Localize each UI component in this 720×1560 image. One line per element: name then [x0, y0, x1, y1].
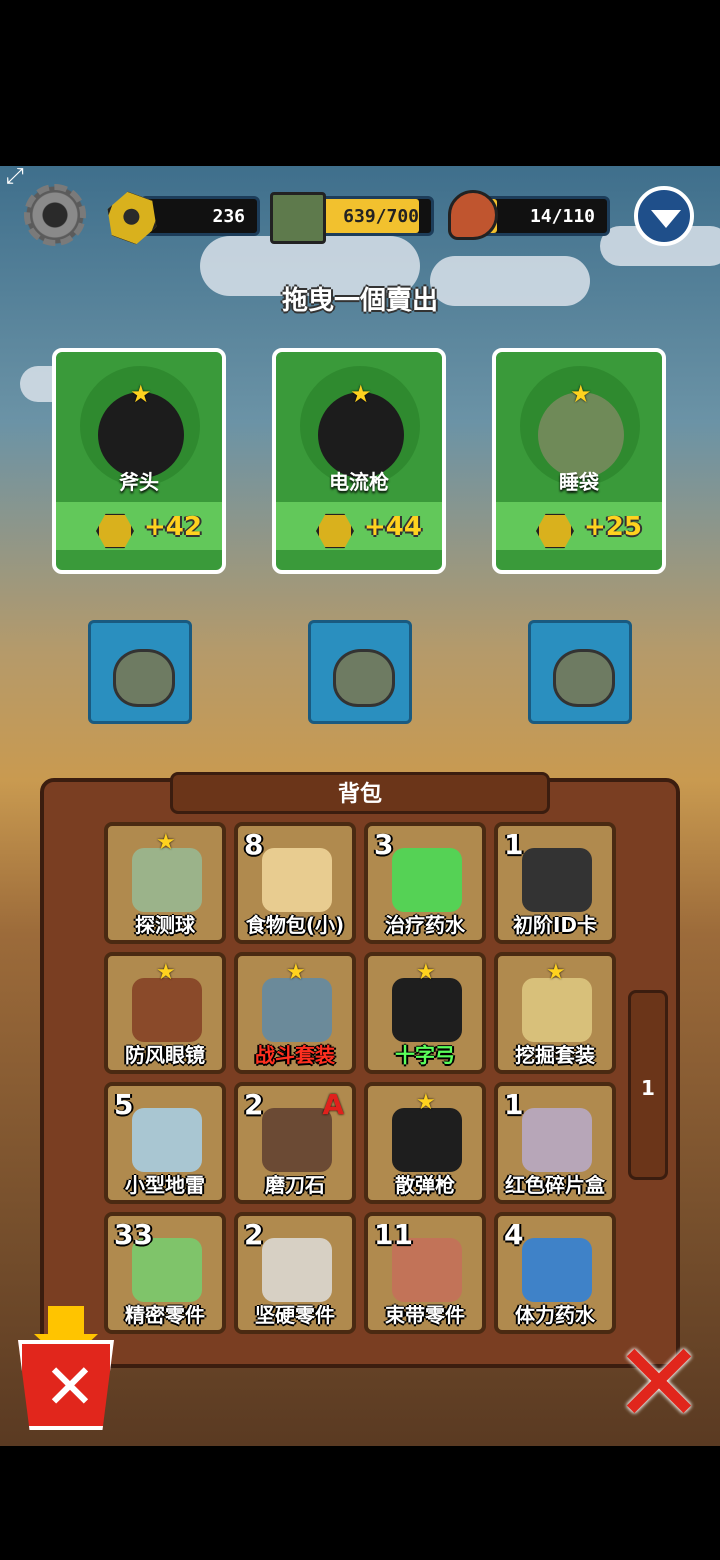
item-icon	[262, 1238, 332, 1302]
item-label: 十字弓	[395, 1043, 455, 1067]
item-icon	[132, 848, 202, 912]
star-icon: ★	[570, 380, 592, 408]
sell-card-price: +44	[364, 512, 422, 542]
star-icon: ★	[416, 1090, 436, 1115]
trash-drop-zone[interactable]: ✕	[14, 1306, 118, 1430]
item-label: 红色碎片盒	[505, 1173, 605, 1197]
backpack-item-slot[interactable]: 2 坚硬零件	[234, 1212, 356, 1334]
item-label: 挖掘套装	[515, 1043, 595, 1067]
loot-bag-slot[interactable]	[88, 620, 192, 724]
settings-gear-icon[interactable]	[24, 184, 86, 246]
backpack-item-slot[interactable]: 8 食物包(小)	[234, 822, 356, 944]
backpack-item-slot[interactable]: 1 红色碎片盒	[494, 1082, 616, 1204]
item-label: 食物包(小)	[245, 913, 345, 937]
star-icon: ★	[350, 380, 372, 408]
item-icon	[522, 1108, 592, 1172]
backpack-item-slot[interactable]: 33 精密零件	[104, 1212, 226, 1334]
item-count: 4	[504, 1218, 524, 1251]
item-label: 束带零件	[385, 1303, 465, 1327]
storage-value: 639/700	[343, 206, 419, 227]
close-button[interactable]: ✕	[612, 1328, 706, 1438]
item-icon	[392, 978, 462, 1042]
star-icon: ★	[546, 960, 566, 985]
star-icon: ★	[156, 960, 176, 985]
item-icon	[522, 978, 592, 1042]
item-count: 8	[244, 828, 264, 861]
item-label: 小型地雷	[125, 1173, 205, 1197]
expand-icon[interactable]: ⤢	[6, 164, 36, 194]
sell-card-name: 睡袋	[559, 470, 599, 494]
item-count: 1	[504, 1088, 524, 1121]
drag-to-sell-title: 拖曳一個賣出	[281, 286, 438, 316]
item-icon	[522, 848, 592, 912]
storage-crate-icon	[270, 192, 326, 244]
backpack-item-slot[interactable]: 5 小型地雷	[104, 1082, 226, 1204]
item-icon	[522, 1238, 592, 1302]
item-icon	[392, 1108, 462, 1172]
item-label: 战斗套装	[255, 1043, 335, 1067]
item-count: 3	[374, 828, 394, 861]
loot-bag-slot[interactable]	[308, 620, 412, 724]
sell-card-price: +25	[584, 512, 642, 542]
item-grade-badge: A	[322, 1088, 344, 1121]
backpack-item-slot[interactable]: ★ 防风眼镜	[104, 952, 226, 1074]
backpack-item-slot[interactable]: 4 体力药水	[494, 1212, 616, 1334]
backpack-item-slot[interactable]: 1 初阶ID卡	[494, 822, 616, 944]
item-label: 防风眼镜	[125, 1043, 205, 1067]
item-label: 探测球	[135, 913, 195, 937]
star-icon: ★	[286, 960, 306, 985]
sell-card-shock-gun[interactable]: ★ 电流枪 +44	[272, 348, 446, 574]
item-count: 2	[244, 1218, 264, 1251]
item-label: 精密零件	[125, 1303, 205, 1327]
item-icon	[132, 1108, 202, 1172]
item-label: 体力药水	[515, 1303, 595, 1327]
item-label: 磨刀石	[265, 1173, 325, 1197]
item-count: 1	[504, 828, 524, 861]
item-count: 2	[244, 1088, 264, 1121]
sell-card-axe[interactable]: ★ 斧头 +42	[52, 348, 226, 574]
down-arrow-icon	[48, 1306, 84, 1336]
backpack-item-slot[interactable]: ★ 十字弓	[364, 952, 486, 1074]
sell-card-price: +42	[144, 512, 202, 542]
sell-card-name: 电流枪	[329, 470, 389, 494]
sell-card-sleeping-bag[interactable]: ★ 睡袋 +25	[492, 348, 666, 574]
backpack-item-slot[interactable]: ★ 探测球	[104, 822, 226, 944]
backpack-item-slot[interactable]: ★ 战斗套装	[234, 952, 356, 1074]
item-icon	[262, 978, 332, 1042]
star-icon: ★	[156, 830, 176, 855]
stamina-value: 14/110	[529, 206, 595, 227]
backpack-item-slot[interactable]: ★ 挖掘套装	[494, 952, 616, 1074]
item-label: 治疗药水	[385, 913, 465, 937]
star-icon: ★	[130, 380, 152, 408]
nuts-counter: 236	[140, 196, 260, 236]
backpack-title: 背包	[170, 772, 550, 814]
item-icon	[132, 978, 202, 1042]
backpack-item-slot[interactable]: 2 A 磨刀石	[234, 1082, 356, 1204]
backpack-item-slot[interactable]: 11 束带零件	[364, 1212, 486, 1334]
backpack-page-tab[interactable]: 1	[628, 990, 668, 1180]
item-icon	[262, 848, 332, 912]
item-label: 坚硬零件	[255, 1303, 335, 1327]
menu-dropdown-button[interactable]	[634, 186, 694, 246]
loot-bag-slot[interactable]	[528, 620, 632, 724]
sell-card-name: 斧头	[119, 470, 159, 494]
item-label: 散弹枪	[395, 1173, 455, 1197]
backpack-item-slot[interactable]: ★ 散弹枪	[364, 1082, 486, 1204]
nuts-value: 236	[212, 206, 245, 227]
item-count: 11	[374, 1218, 413, 1251]
item-icon	[392, 848, 462, 912]
star-icon: ★	[416, 960, 436, 985]
meat-icon	[448, 190, 498, 240]
item-count: 5	[114, 1088, 134, 1121]
item-count: 33	[114, 1218, 153, 1251]
item-label: 初阶ID卡	[512, 913, 598, 937]
backpack-item-slot[interactable]: 3 治疗药水	[364, 822, 486, 944]
